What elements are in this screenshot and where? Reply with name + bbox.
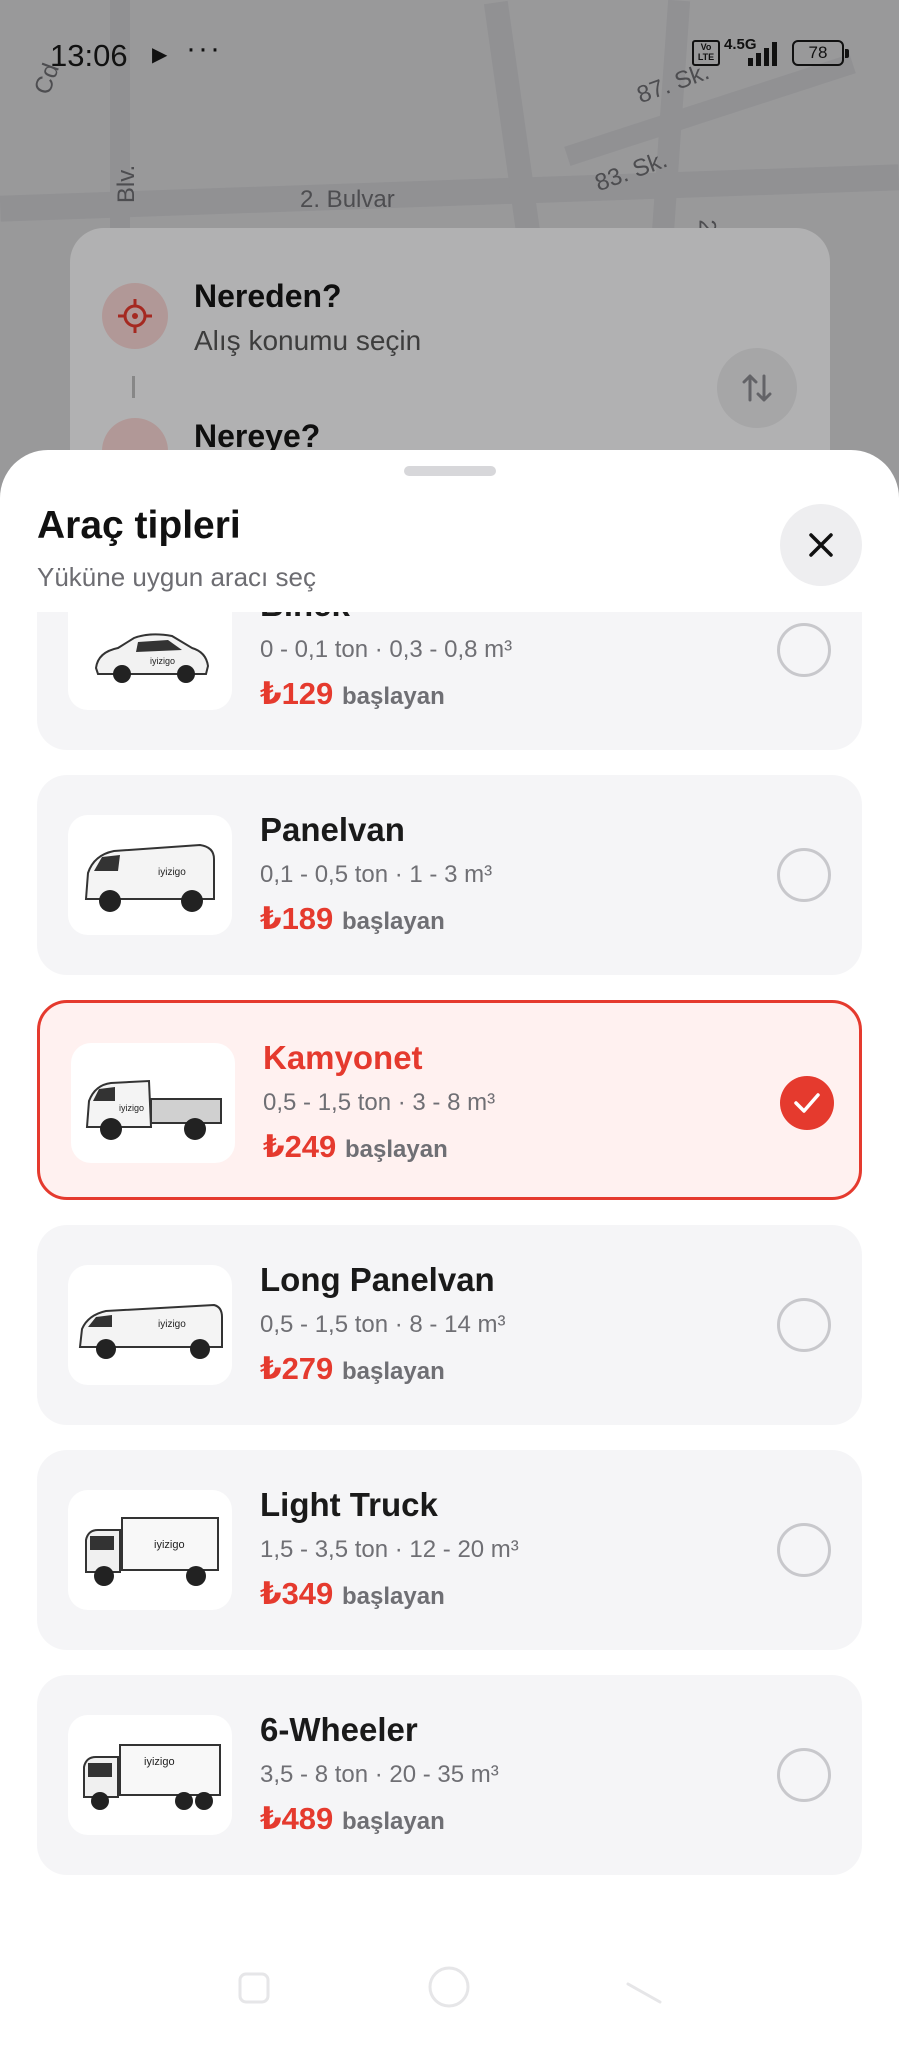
vehicle-list[interactable]: iyizigo Binek 0 - 0,1 ton · 0,3 - 0,8 m³… (0, 612, 899, 1912)
brand-logo-text: iyizigo (154, 1539, 185, 1551)
vehicle-capacity: 0,1 - 0,5 ton · 1 - 3 m³ (260, 861, 493, 888)
vehicle-image-pickup: iyizigo (71, 1043, 235, 1163)
vehicle-name: Binek (260, 612, 350, 624)
more-notifications-icon: ··· (186, 32, 222, 65)
vehicle-radio[interactable] (777, 1748, 831, 1802)
vehicle-types-sheet: Araç tipleri Yüküne uygun aracı seç iyiz… (0, 450, 899, 2048)
system-navigation-bar (0, 1940, 899, 2048)
vehicle-price: ₺129 (260, 676, 334, 711)
vehicle-card-binek[interactable]: iyizigo Binek 0 - 0,1 ton · 0,3 - 0,8 m³… (37, 612, 862, 750)
vehicle-image-car: iyizigo (68, 612, 232, 710)
vehicle-card-kamyonet[interactable]: iyizigo Kamyonet 0,5 - 1,5 ton · 3 - 8 m… (37, 1000, 862, 1200)
brand-logo-text: iyizigo (119, 1103, 144, 1113)
sheet-title: Araç tipleri (37, 504, 241, 547)
vehicle-name: Long Panelvan (260, 1261, 495, 1298)
vehicle-name: 6-Wheeler (260, 1711, 418, 1748)
vehicle-name: Light Truck (260, 1486, 438, 1523)
vehicle-price: ₺349 (260, 1576, 334, 1611)
brand-logo-text: iyizigo (158, 867, 186, 878)
vehicle-radio[interactable] (777, 1523, 831, 1577)
vehicle-radio[interactable] (777, 1298, 831, 1352)
signal-icon (748, 42, 784, 66)
vehicle-card-long-panelvan[interactable]: iyizigo Long Panelvan 0,5 - 1,5 ton · 8 … (37, 1225, 862, 1425)
sheet-subtitle: Yüküne uygun aracı seç (37, 562, 316, 592)
vehicle-price: ₺489 (260, 1801, 334, 1836)
vehicle-name: Panelvan (260, 811, 405, 848)
vehicle-capacity: 3,5 - 8 ton · 20 - 35 m³ (260, 1761, 499, 1788)
price-from-label: başlayan (345, 1136, 448, 1163)
vehicle-radio[interactable] (777, 848, 831, 902)
recent-apps-icon[interactable] (236, 1970, 272, 2006)
vehicle-price: ₺189 (260, 901, 334, 936)
brand-logo-text: iyizigo (158, 1319, 186, 1330)
vehicle-price: ₺279 (260, 1351, 334, 1386)
vehicle-image-light-truck: iyizigo (68, 1490, 232, 1610)
vehicle-capacity: 0 - 0,1 ton · 0,3 - 0,8 m³ (260, 636, 513, 663)
brand-logo-text: iyizigo (150, 656, 175, 666)
home-icon[interactable] (426, 1964, 472, 2010)
vehicle-price: ₺249 (263, 1129, 337, 1164)
vehicle-card-panelvan[interactable]: iyizigo Panelvan 0,1 - 0,5 ton · 1 - 3 m… (37, 775, 862, 975)
close-icon (809, 533, 833, 557)
battery-icon: 78 (792, 40, 849, 66)
price-from-label: başlayan (342, 908, 445, 935)
close-button[interactable] (780, 504, 862, 586)
vehicle-capacity: 0,5 - 1,5 ton · 3 - 8 m³ (263, 1089, 496, 1116)
volte-icon: Vo LTE (692, 40, 720, 66)
vehicle-card-6-wheeler[interactable]: iyizigo 6-Wheeler 3,5 - 8 ton · 20 - 35 … (37, 1675, 862, 1875)
brand-logo-text: iyizigo (144, 1756, 175, 1768)
vehicle-image-van: iyizigo (68, 815, 232, 935)
back-icon[interactable] (624, 1970, 664, 2006)
vehicle-capacity: 0,5 - 1,5 ton · 8 - 14 m³ (260, 1311, 506, 1338)
vehicle-image-6-wheeler: iyizigo (68, 1715, 232, 1835)
play-icon: ▶ (152, 44, 168, 66)
vehicle-card-light-truck[interactable]: iyizigo Light Truck 1,5 - 3,5 ton · 12 -… (37, 1450, 862, 1650)
status-bar: 13:06 ▶ ··· Vo LTE 4.5G 78 (0, 0, 899, 100)
vehicle-image-long-van: iyizigo (68, 1265, 232, 1385)
price-from-label: başlayan (342, 1583, 445, 1610)
vehicle-radio-selected[interactable] (780, 1076, 834, 1130)
price-from-label: başlayan (342, 683, 445, 710)
status-time: 13:06 (50, 38, 128, 73)
checkmark-icon (794, 1093, 820, 1113)
price-from-label: başlayan (342, 1358, 445, 1385)
sheet-drag-handle[interactable] (404, 466, 496, 476)
vehicle-name: Kamyonet (263, 1039, 423, 1076)
price-from-label: başlayan (342, 1808, 445, 1835)
vehicle-capacity: 1,5 - 3,5 ton · 12 - 20 m³ (260, 1536, 519, 1563)
vehicle-radio[interactable] (777, 623, 831, 677)
